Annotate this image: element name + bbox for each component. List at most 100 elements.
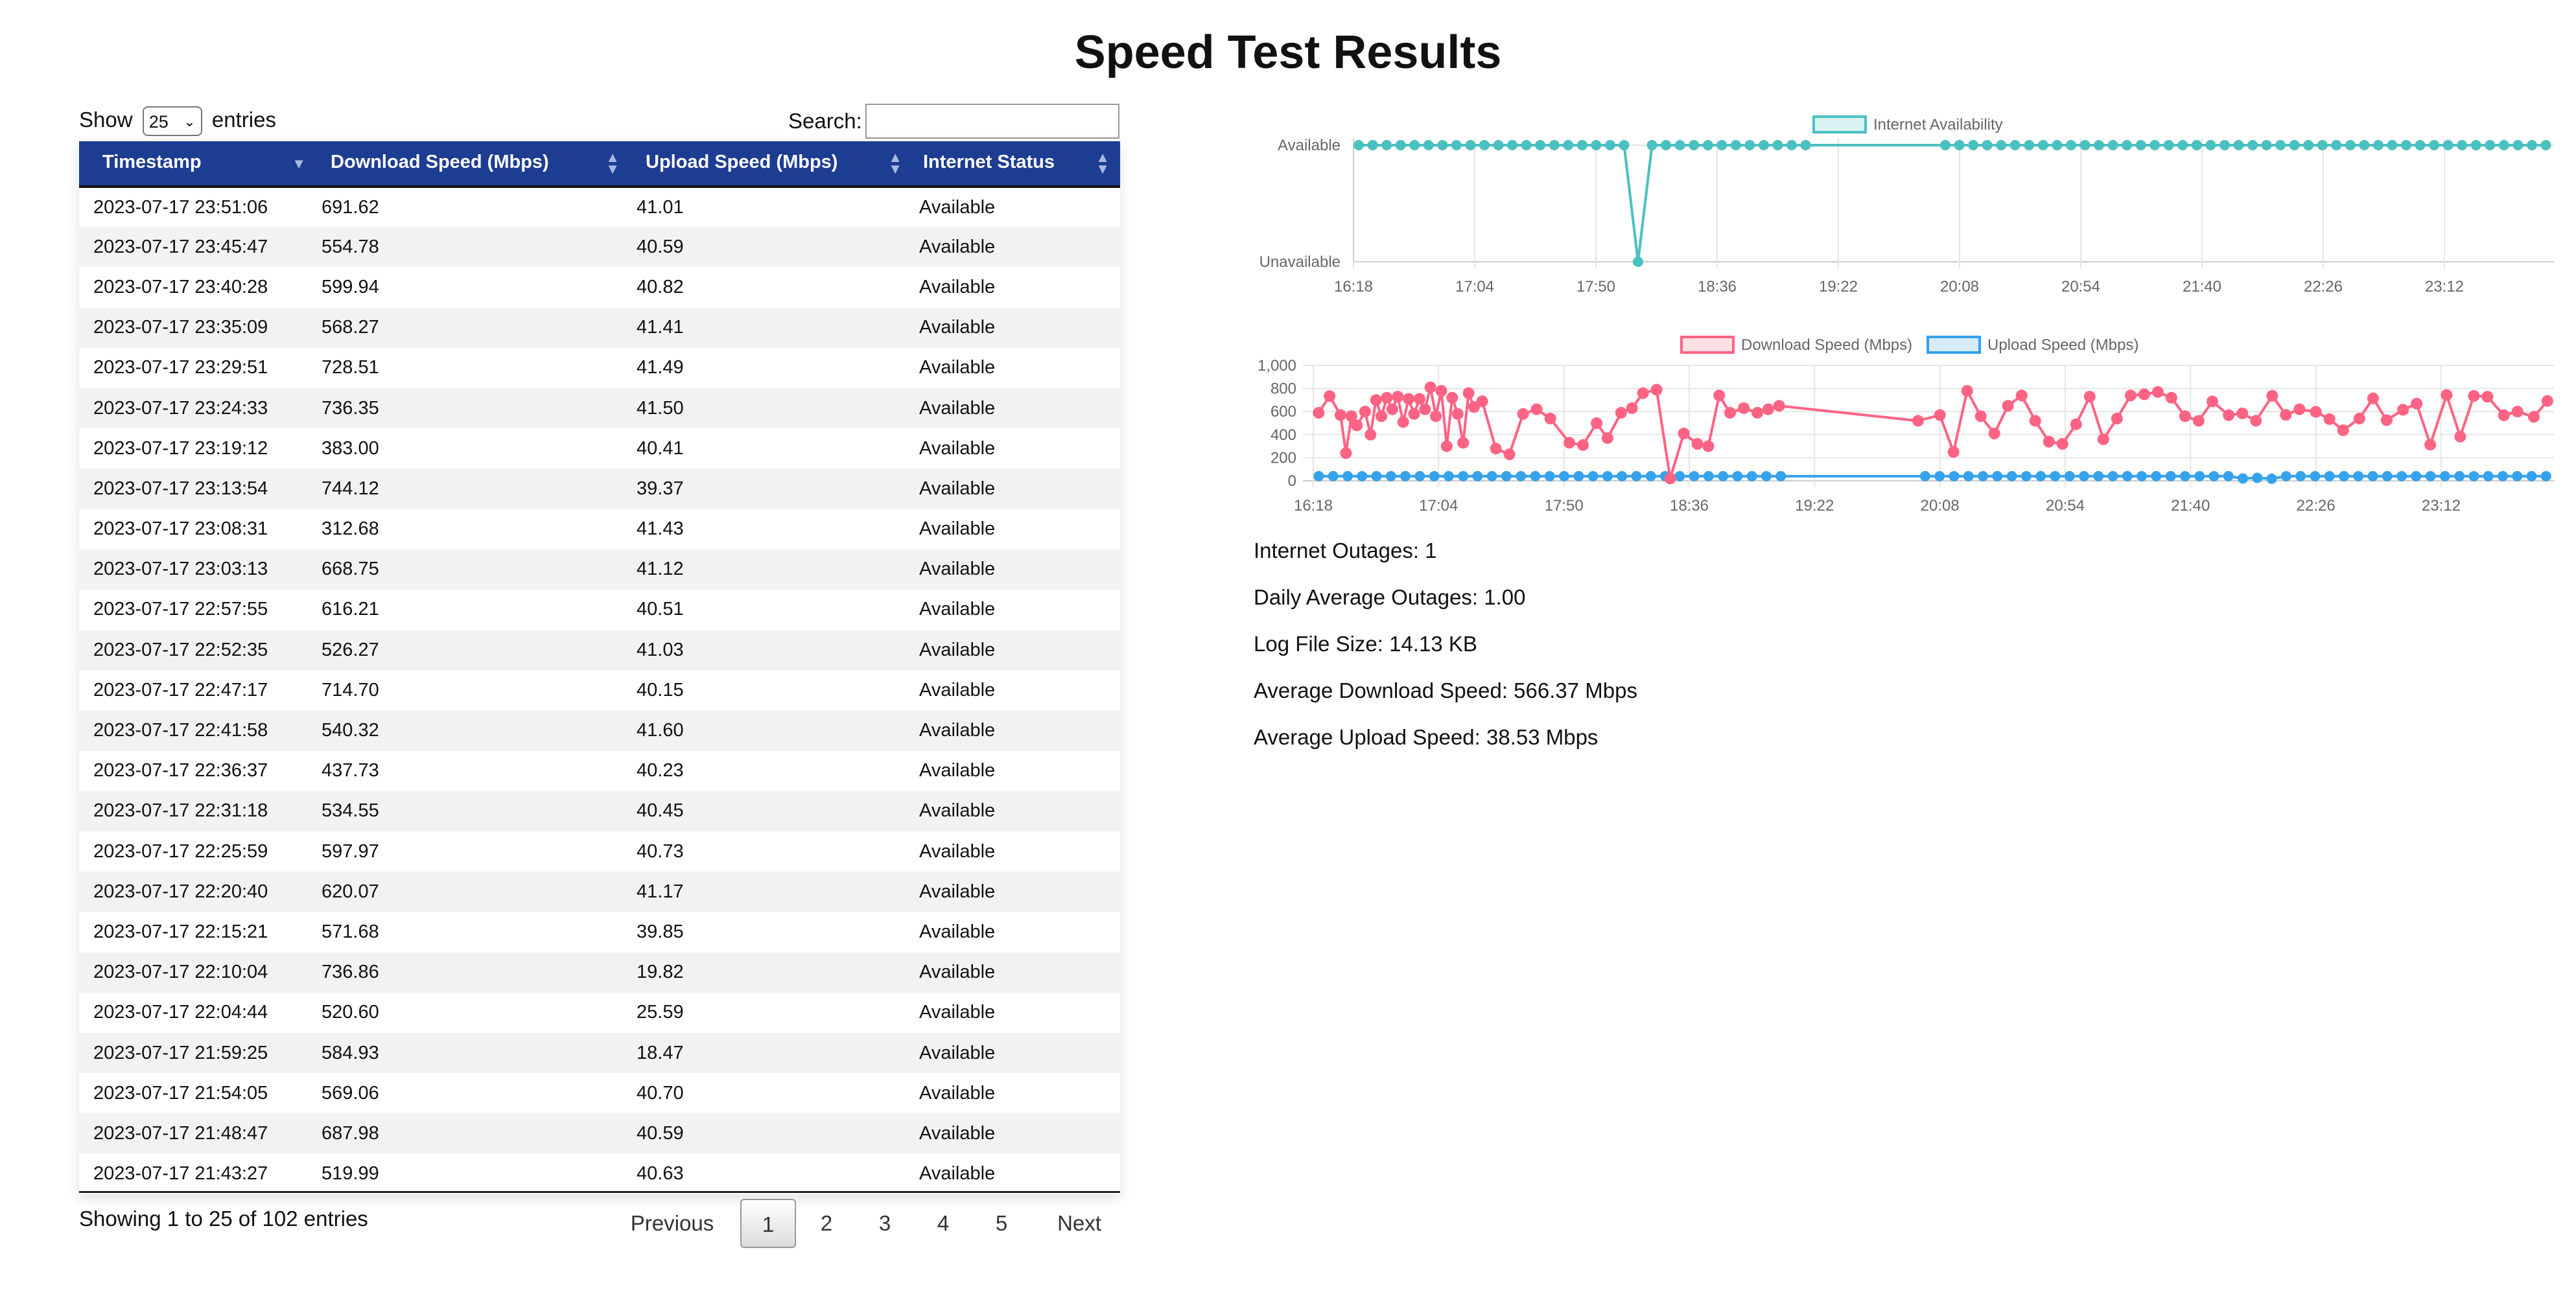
legend-swatch-download: [1680, 336, 1735, 354]
upload-point: [1718, 470, 1729, 481]
download-point: [1974, 410, 1987, 422]
upload-point: [1544, 470, 1555, 481]
upload-point: [2324, 470, 2335, 481]
download-point: [1370, 394, 1382, 406]
upload-point: [2223, 470, 2234, 481]
upload-point: [1559, 470, 1570, 481]
download-point: [1544, 412, 1556, 424]
upload-point: [1761, 470, 1772, 481]
upload-point: [2050, 470, 2061, 481]
download-point: [1691, 438, 1704, 450]
download-point: [1451, 408, 1464, 420]
download-point: [1601, 432, 1613, 445]
download-point: [1359, 406, 1371, 418]
upload-point: [2339, 470, 2349, 481]
upload-point: [1587, 470, 1598, 481]
download-point: [2056, 438, 2068, 450]
download-point: [2481, 391, 2494, 403]
download-point: [1403, 393, 1415, 405]
download-point: [2468, 390, 2480, 402]
download-point: [1424, 381, 1436, 393]
upload-point: [2353, 470, 2364, 481]
upload-point: [2151, 470, 2162, 481]
upload-point: [2093, 470, 2104, 481]
download-point: [2353, 412, 2365, 424]
download-point: [1751, 407, 1764, 419]
download-point: [1476, 395, 1488, 408]
upload-point: [1385, 470, 1396, 481]
stats-panel: Internet Outages: 1 Daily Average Outage…: [1254, 538, 1637, 771]
y-tick-label: 200: [1270, 449, 1296, 467]
upload-point: [1328, 470, 1339, 481]
upload-point: [2079, 470, 2089, 481]
stat-outages: Internet Outages: 1: [1254, 538, 1437, 562]
download-point: [2498, 409, 2510, 421]
upload-point: [2064, 470, 2075, 481]
download-point: [2293, 403, 2306, 415]
upload-point: [2310, 470, 2321, 481]
upload-point: [2165, 470, 2176, 481]
upload-point: [1313, 470, 1324, 481]
download-point: [2002, 400, 2014, 412]
upload-point: [1775, 470, 1786, 481]
download-point: [2367, 392, 2379, 404]
stat-log-file-size: Log File Size: 14.13 KB: [1254, 632, 1477, 656]
stat-daily-average-outages: Daily Average Outages: 1.00: [1254, 585, 1526, 609]
upload-point: [2483, 470, 2494, 481]
download-point: [2380, 414, 2393, 426]
download-point: [1961, 385, 1973, 397]
upload-point: [1443, 470, 1454, 481]
download-point: [1702, 440, 1715, 452]
download-line: [1317, 387, 2549, 479]
download-point: [1376, 410, 1388, 422]
upload-point: [1746, 470, 1757, 481]
stat-average-upload: Average Upload Speed: 38.53 Mbps: [1254, 725, 1598, 749]
download-point: [2527, 411, 2540, 423]
download-point: [2029, 415, 2041, 427]
download-point: [1678, 428, 1690, 439]
download-point: [2266, 389, 2278, 402]
upload-point: [2107, 470, 2118, 481]
upload-point: [2137, 470, 2148, 481]
download-point: [1313, 407, 1325, 419]
download-point: [1503, 448, 1516, 461]
download-point: [2441, 389, 2453, 401]
upload-point: [2498, 470, 2508, 481]
download-point: [2043, 435, 2055, 448]
x-tick-label: 22:26: [2297, 497, 2336, 515]
upload-point: [1357, 470, 1368, 481]
download-point: [1773, 400, 1785, 412]
upload-point: [2454, 470, 2465, 481]
download-point: [2454, 430, 2466, 443]
upload-point: [2295, 470, 2306, 481]
download-point: [2337, 424, 2349, 436]
upload-point: [1573, 470, 1584, 481]
download-point: [1988, 428, 2000, 439]
upload-point: [2396, 470, 2407, 481]
download-point: [2541, 395, 2553, 407]
upload-point: [1429, 470, 1440, 481]
download-point: [1615, 407, 1627, 419]
x-tick-label: 18:36: [1670, 497, 1709, 515]
download-point: [2250, 415, 2262, 427]
upload-point: [2367, 470, 2378, 481]
upload-point: [2468, 470, 2479, 481]
download-point: [1664, 472, 1676, 485]
x-tick-label: 20:54: [2046, 497, 2085, 515]
legend-label-download: Download Speed (Mbps): [1741, 336, 1912, 354]
download-point: [2280, 409, 2292, 421]
upload-point: [2512, 470, 2523, 481]
download-point: [1335, 409, 1346, 421]
download-point: [2223, 409, 2235, 421]
download-point: [1351, 419, 1363, 432]
download-point: [1713, 389, 1726, 402]
download-point: [2138, 388, 2150, 400]
download-point: [1577, 439, 1589, 451]
y-tick-label: 400: [1270, 426, 1296, 444]
download-point: [1457, 437, 1469, 449]
upload-point: [1400, 470, 1411, 481]
download-point: [1408, 408, 1420, 420]
download-point: [2070, 418, 2082, 430]
upload-point: [1674, 470, 1685, 481]
download-point: [1637, 387, 1649, 399]
